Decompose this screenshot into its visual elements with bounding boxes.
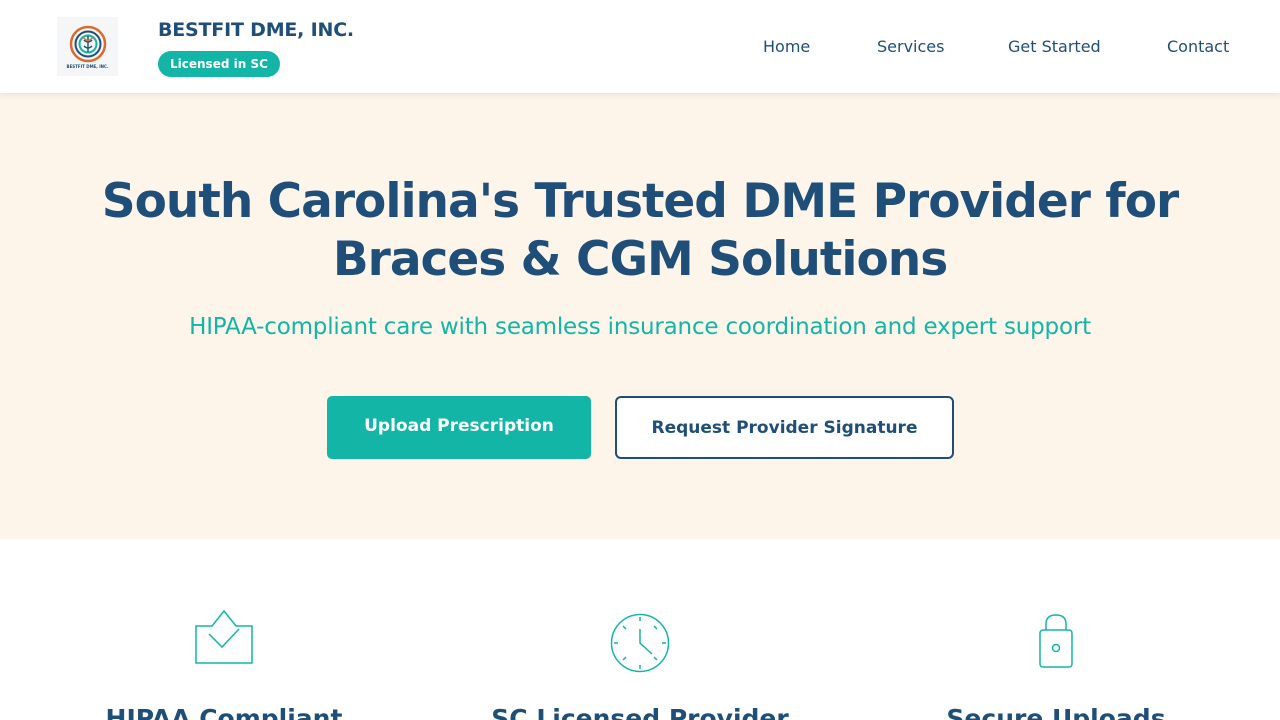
nav-home[interactable]: Home <box>763 37 810 56</box>
hero-subtitle: HIPAA-compliant care with seamless insur… <box>189 314 1091 340</box>
shield-check-icon <box>195 609 253 664</box>
request-provider-signature-button[interactable]: Request Provider Signature <box>615 396 954 459</box>
upload-prescription-button[interactable]: Upload Prescription <box>327 396 591 459</box>
nav-services[interactable]: Services <box>877 37 944 56</box>
nav-contact[interactable]: Contact <box>1167 37 1229 56</box>
license-badge: Licensed in SC <box>158 51 280 77</box>
lock-icon <box>1039 614 1073 668</box>
hero-title-line2: Braces & CGM Solutions <box>332 232 948 287</box>
feature-title-sc-licensed: SC Licensed Provider <box>491 704 789 720</box>
feature-title-hipaa: HIPAA Compliant <box>105 704 343 720</box>
clock-icon <box>610 613 670 673</box>
hero-title-line1: South Carolina's Trusted DME Provider fo… <box>101 174 1179 229</box>
feature-title-secure-uploads: Secure Uploads <box>946 704 1166 720</box>
site-header: BESTFIT DME, INC. BESTFIT DME, INC. Lice… <box>0 0 1280 93</box>
logo-text: BESTFIT DME, INC. <box>66 63 109 69</box>
hero-title: South Carolina's Trusted DME Provider fo… <box>90 173 1190 289</box>
brand-name[interactable]: BESTFIT DME, INC. <box>158 19 354 41</box>
logo-emblem-icon <box>69 25 106 62</box>
nav-get-started[interactable]: Get Started <box>1008 37 1101 56</box>
company-logo[interactable]: BESTFIT DME, INC. <box>57 17 118 76</box>
hero-section: South Carolina's Trusted DME Provider fo… <box>0 93 1280 539</box>
